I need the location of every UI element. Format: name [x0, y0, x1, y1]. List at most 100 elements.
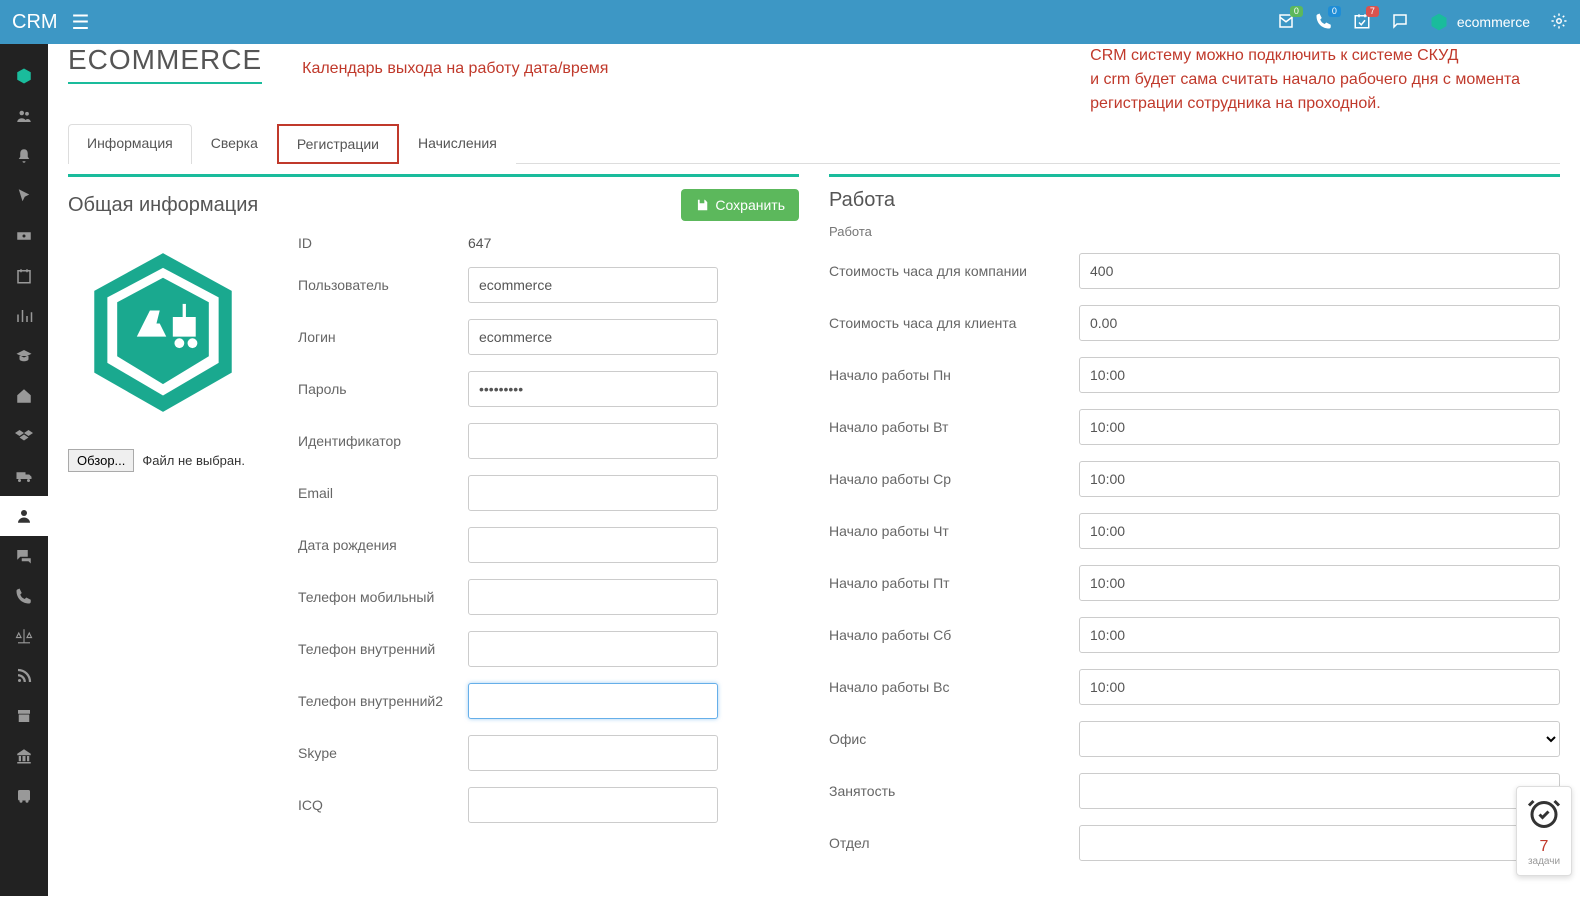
bank-icon: [15, 747, 33, 765]
sidebar-item-rss[interactable]: [0, 656, 48, 696]
sidebar-item-calendar[interactable]: [0, 256, 48, 296]
username-label: ecommerce: [1457, 14, 1530, 30]
mail-icon[interactable]: 0: [1277, 12, 1295, 33]
thu-input[interactable]: [1079, 513, 1560, 549]
tasks-label: задачи: [1521, 856, 1567, 867]
sidebar-item-archive[interactable]: [0, 696, 48, 736]
annotation-skud-note: CRM систему можно подключить к системе С…: [1090, 44, 1520, 116]
dept-label: Отдел: [829, 835, 1079, 851]
wed-label: Начало работы Ср: [829, 471, 1079, 487]
chat-icon[interactable]: [1391, 12, 1409, 33]
login-label: Логин: [298, 329, 468, 345]
office-select[interactable]: [1079, 721, 1560, 757]
truck-icon: [15, 467, 33, 485]
phone-icon[interactable]: 0: [1315, 12, 1333, 33]
internal-phone2-label: Телефон внутренний2: [298, 693, 468, 709]
wed-input[interactable]: [1079, 461, 1560, 497]
user-menu[interactable]: ecommerce: [1429, 12, 1530, 32]
sun-label: Начало работы Вс: [829, 679, 1079, 695]
cost-company-input[interactable]: [1079, 253, 1560, 289]
tab-sverka[interactable]: Сверка: [192, 124, 277, 164]
internal-phone2-input[interactable]: [468, 683, 718, 719]
sidebar-item-bell[interactable]: [0, 136, 48, 176]
sidebar-item-cursor[interactable]: [0, 176, 48, 216]
sidebar-item-balance[interactable]: [0, 616, 48, 656]
archive-icon: [15, 707, 33, 725]
file-browse-button[interactable]: Обзор...: [68, 449, 134, 472]
tab-registrations[interactable]: Регистрации: [277, 124, 399, 164]
icq-label: ICQ: [298, 797, 468, 813]
tab-nachisleniya[interactable]: Начисления: [399, 124, 516, 164]
dob-label: Дата рождения: [298, 537, 468, 553]
sat-input[interactable]: [1079, 617, 1560, 653]
sidebar-item-money[interactable]: [0, 216, 48, 256]
login-input[interactable]: [468, 319, 718, 355]
sidebar-item-comments[interactable]: [0, 536, 48, 576]
sun-input[interactable]: [1079, 669, 1560, 705]
tab-info[interactable]: Информация: [68, 124, 192, 164]
tasks-count: 7: [1521, 838, 1567, 856]
sidebar-item-users[interactable]: [0, 96, 48, 136]
general-info-title: Общая информация: [68, 194, 258, 217]
sidebar-item-user[interactable]: [0, 496, 48, 536]
hamburger-icon[interactable]: ☰: [72, 10, 90, 35]
brand-label: CRM: [12, 11, 58, 34]
panel-work: Работа Работа Стоимость часа для компани…: [829, 174, 1560, 877]
sidebar-item-bank[interactable]: [0, 736, 48, 776]
sidebar-item-graduation[interactable]: [0, 336, 48, 376]
annotation-calendar-note: Календарь выхода на работу дата/время: [302, 60, 608, 78]
avatar-image: [68, 235, 258, 435]
password-label: Пароль: [298, 381, 468, 397]
sidebar-item-home[interactable]: [0, 376, 48, 416]
dob-input[interactable]: [468, 527, 718, 563]
mail-badge: 0: [1290, 6, 1303, 17]
tasks-widget[interactable]: 7 задачи: [1516, 786, 1572, 876]
cost-client-label: Стоимость часа для клиента: [829, 315, 1079, 331]
mobile-input[interactable]: [468, 579, 718, 615]
dept-select[interactable]: [1079, 825, 1560, 861]
phone-badge: 0: [1328, 6, 1341, 17]
cube-icon: [1429, 12, 1449, 32]
email-input[interactable]: [468, 475, 718, 511]
tabs: Информация Сверка Регистрации Начисления: [68, 124, 1560, 164]
tue-input[interactable]: [1079, 409, 1560, 445]
ident-input[interactable]: [468, 423, 718, 459]
work-section-label: Работа: [829, 224, 1560, 239]
password-input[interactable]: [468, 371, 718, 407]
page-title: ECOMMERCE: [68, 44, 262, 84]
calendar-check-icon[interactable]: 7: [1353, 12, 1371, 33]
sidebar-item-truck[interactable]: [0, 456, 48, 496]
ident-label: Идентификатор: [298, 433, 468, 449]
save-button[interactable]: Сохранить: [681, 189, 799, 221]
internal-phone-label: Телефон внутренний: [298, 641, 468, 657]
sat-label: Начало работы Сб: [829, 627, 1079, 643]
sidebar-item-dropbox[interactable]: [0, 416, 48, 456]
chart-icon: [15, 307, 33, 325]
user-input[interactable]: [468, 267, 718, 303]
cost-client-input[interactable]: [1079, 305, 1560, 341]
calendar-badge: 7: [1366, 6, 1379, 17]
mon-input[interactable]: [1079, 357, 1560, 393]
fri-label: Начало работы Пт: [829, 575, 1079, 591]
email-label: Email: [298, 485, 468, 501]
alarm-clock-icon: [1526, 795, 1562, 831]
gears-icon[interactable]: [1550, 12, 1568, 33]
internal-phone-input[interactable]: [468, 631, 718, 667]
cost-company-label: Стоимость часа для компании: [829, 263, 1079, 279]
sidebar-item-dashboard[interactable]: [0, 56, 48, 96]
sidebar-item-phone[interactable]: [0, 576, 48, 616]
fri-input[interactable]: [1079, 565, 1560, 601]
comments-icon: [15, 547, 33, 565]
bell-icon: [15, 147, 33, 165]
office-label: Офис: [829, 731, 1079, 747]
skype-input[interactable]: [468, 735, 718, 771]
dropbox-icon: [15, 427, 33, 445]
sidebar-item-chart[interactable]: [0, 296, 48, 336]
file-status-label: Файл не выбран.: [142, 453, 245, 468]
busy-select[interactable]: [1079, 773, 1560, 809]
rss-icon: [15, 667, 33, 685]
mobile-label: Телефон мобильный: [298, 589, 468, 605]
icq-input[interactable]: [468, 787, 718, 823]
sidebar-item-bus[interactable]: [0, 776, 48, 816]
balance-icon: [15, 627, 33, 645]
